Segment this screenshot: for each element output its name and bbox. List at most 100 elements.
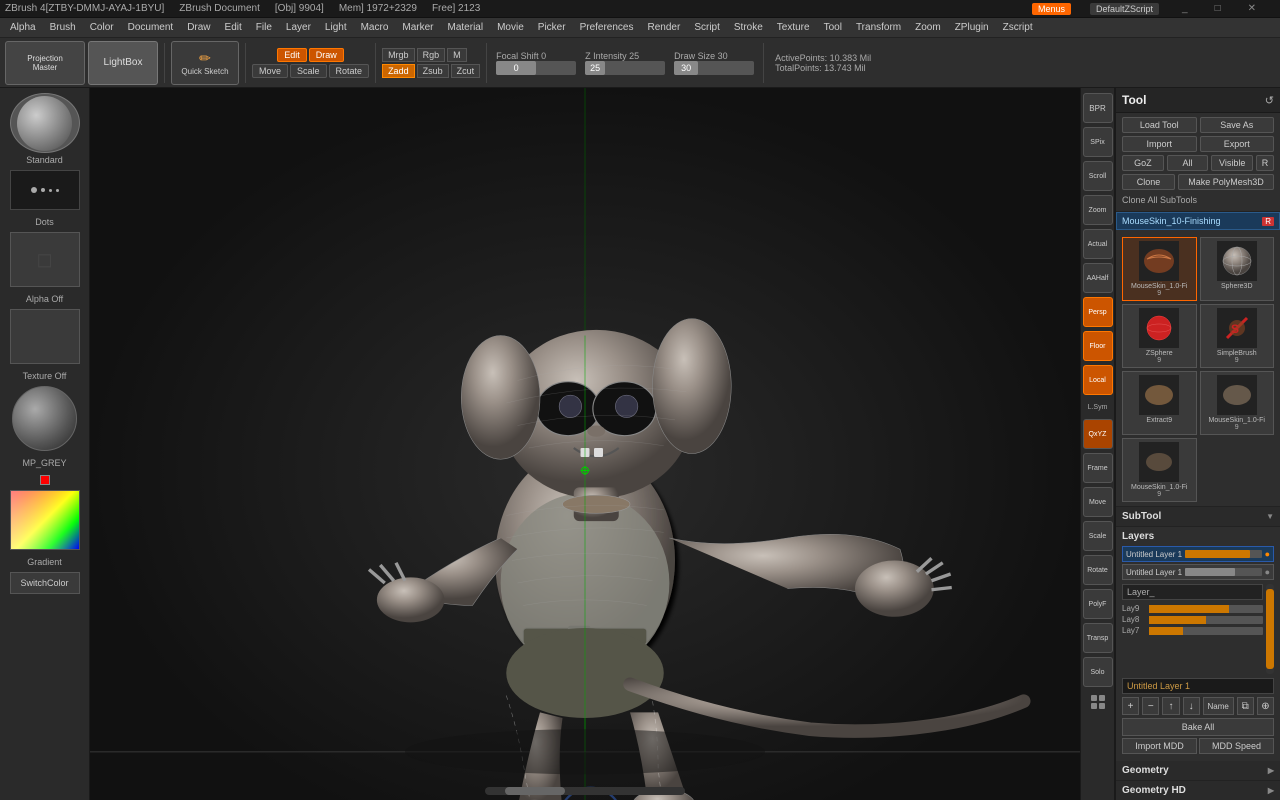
brush-preview[interactable]: Standard (10, 93, 80, 165)
move-view-btn[interactable]: Move (1083, 487, 1113, 517)
menu-file[interactable]: File (250, 21, 278, 34)
menu-layer[interactable]: Layer (280, 21, 317, 34)
model-viewport[interactable]: M (90, 88, 1080, 800)
menu-script[interactable]: Script (688, 21, 726, 34)
max-btn[interactable]: □ (1211, 3, 1225, 15)
zoom-btn[interactable]: Zoom (1083, 195, 1113, 225)
m-btn[interactable]: M (447, 48, 467, 62)
z-intensity-slider[interactable]: 25 (585, 61, 665, 75)
alpha-swatch[interactable]: ◻ (10, 232, 80, 287)
brush-swatch[interactable] (10, 93, 80, 153)
visible-btn[interactable]: Visible (1211, 155, 1253, 171)
spix-btn[interactable]: SPix (1083, 127, 1113, 157)
stroke-preview[interactable] (10, 170, 80, 210)
transp-btn[interactable]: Transp (1083, 623, 1113, 653)
default-zscript-btn[interactable]: DefaultZScript (1090, 3, 1159, 15)
tool-card-mouseskin3[interactable]: MouseSkin_1.0-Fi 9 (1122, 438, 1197, 502)
menus-btn[interactable]: Menus (1032, 3, 1071, 15)
menu-material[interactable]: Material (442, 21, 490, 34)
layer-merge-btn[interactable]: ⊕ (1257, 697, 1274, 715)
menu-texture[interactable]: Texture (771, 21, 816, 34)
menu-brush[interactable]: Brush (44, 21, 82, 34)
zadd-btn[interactable]: Zadd (382, 64, 415, 78)
scale-view-btn[interactable]: Scale (1083, 521, 1113, 551)
menu-draw[interactable]: Draw (181, 21, 216, 34)
scale-btn[interactable]: Scale (290, 64, 327, 78)
layer-name-btn[interactable]: Name (1203, 697, 1234, 715)
menu-zplugin[interactable]: ZPlugin (949, 21, 995, 34)
projection-master-btn[interactable]: Projection Master (5, 41, 85, 85)
menu-alpha[interactable]: Alpha (4, 21, 42, 34)
export-btn[interactable]: Export (1200, 136, 1275, 152)
menu-light[interactable]: Light (319, 21, 353, 34)
zsub-btn[interactable]: Zsub (417, 64, 449, 78)
r-btn[interactable]: R (1256, 155, 1274, 171)
load-tool-btn[interactable]: Load Tool (1122, 117, 1197, 133)
rotate-view-btn[interactable]: Rotate (1083, 555, 1113, 585)
qxyz-btn[interactable]: QxYZ (1083, 419, 1113, 449)
layer-delete-btn[interactable]: − (1142, 697, 1159, 715)
geometry-hd-header[interactable]: Geometry HD ▶ (1116, 781, 1280, 800)
menu-zscript[interactable]: Zscript (997, 21, 1039, 34)
menu-color[interactable]: Color (84, 21, 120, 34)
menu-transform[interactable]: Transform (850, 21, 907, 34)
solo-btn[interactable]: Solo (1083, 657, 1113, 687)
menu-tool[interactable]: Tool (818, 21, 848, 34)
geometry-header[interactable]: Geometry ▶ (1116, 761, 1280, 781)
edit-btn[interactable]: Edit (277, 48, 307, 62)
switchcolor-btn[interactable]: SwitchColor (10, 572, 80, 594)
local-btn[interactable]: Local (1083, 365, 1113, 395)
layer-item-1[interactable]: Untitled Layer 1 ● (1122, 546, 1274, 562)
all-btn[interactable]: All (1167, 155, 1209, 171)
tool-card-simplebrush[interactable]: S SimpleBrush 9 (1200, 304, 1275, 368)
scroll-thumb[interactable] (505, 787, 565, 795)
import-btn[interactable]: Import (1122, 136, 1197, 152)
tool-card-sphere3d[interactable]: Sphere3D (1200, 237, 1275, 301)
layer-item-2[interactable]: Untitled Layer 1 ● (1122, 564, 1274, 580)
menu-marker[interactable]: Marker (396, 21, 439, 34)
clone-btn[interactable]: Clone (1122, 174, 1175, 190)
menu-picker[interactable]: Picker (532, 21, 572, 34)
rotate-btn[interactable]: Rotate (329, 64, 370, 78)
goz-btn[interactable]: GoZ (1122, 155, 1164, 171)
menu-render[interactable]: Render (642, 21, 687, 34)
menu-zoom[interactable]: Zoom (909, 21, 947, 34)
color-picker[interactable] (10, 490, 80, 550)
material-sphere[interactable] (12, 386, 77, 451)
tool-card-extract[interactable]: Extract9 (1122, 371, 1197, 435)
mdd-speed-btn[interactable]: MDD Speed (1199, 738, 1274, 754)
lightbox-btn[interactable]: LightBox (88, 41, 158, 85)
rgb-btn[interactable]: Rgb (417, 48, 446, 62)
tool-card-mouseskin2[interactable]: MouseSkin_1.0-Fi 9 (1200, 371, 1275, 435)
tool-card-zsphere[interactable]: ZSphere 9 (1122, 304, 1197, 368)
bpr-btn[interactable]: BPR (1083, 93, 1113, 123)
color-indicator[interactable] (40, 475, 50, 485)
menu-movie[interactable]: Movie (491, 21, 530, 34)
menu-macro[interactable]: Macro (355, 21, 395, 34)
layer-down-btn[interactable]: ↓ (1183, 697, 1200, 715)
canvas-area[interactable]: M (90, 88, 1080, 800)
menu-document[interactable]: Document (122, 21, 180, 34)
zcut-btn[interactable]: Zcut (451, 64, 481, 78)
min-btn[interactable]: _ (1178, 3, 1192, 15)
tool-card-1[interactable]: MouseSkin_1.0-Fi 9 (1122, 237, 1197, 301)
aahalf-btn[interactable]: AAHalf (1083, 263, 1113, 293)
mrgb-btn[interactable]: Mrgb (382, 48, 415, 62)
draw-btn[interactable]: Draw (309, 48, 344, 62)
layer-up-btn[interactable]: ↑ (1162, 697, 1179, 715)
import-mdd-btn[interactable]: Import MDD (1122, 738, 1197, 754)
make-polymesh-btn[interactable]: Make PolyMesh3D (1178, 174, 1274, 190)
clone-all-subtools[interactable]: Clone All SubTools (1122, 193, 1274, 207)
save-as-btn[interactable]: Save As (1200, 117, 1275, 133)
layer-copy-btn[interactable]: ⧉ (1237, 697, 1254, 715)
texture-swatch[interactable] (10, 309, 80, 364)
bake-all-btn[interactable]: Bake All (1122, 718, 1274, 736)
actual-btn[interactable]: Actual (1083, 229, 1113, 259)
move-btn[interactable]: Move (252, 64, 288, 78)
polyf-btn[interactable]: PolyF (1083, 589, 1113, 619)
reset-icon[interactable]: ↺ (1265, 94, 1274, 107)
focal-shift-slider[interactable]: 0 (496, 61, 576, 75)
canvas-scrollbar[interactable] (485, 787, 685, 795)
persp-btn[interactable]: Persp (1083, 297, 1113, 327)
layer-new-btn[interactable]: + (1122, 697, 1139, 715)
